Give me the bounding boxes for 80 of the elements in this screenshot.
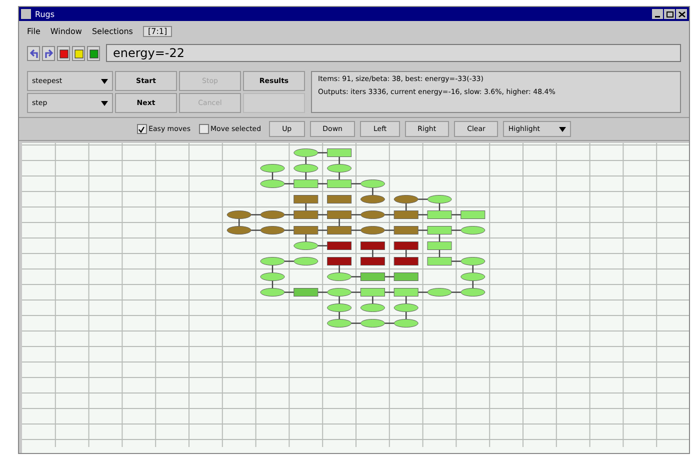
oval-node[interactable] bbox=[260, 288, 285, 296]
oval-node[interactable] bbox=[226, 210, 252, 219]
rectangle-node[interactable] bbox=[360, 242, 385, 250]
close-icon[interactable] bbox=[676, 9, 687, 19]
rectangle-node[interactable] bbox=[360, 288, 385, 296]
rectangle-node[interactable] bbox=[394, 272, 418, 281]
oval-node[interactable] bbox=[360, 319, 385, 328]
rectangle-node[interactable] bbox=[360, 257, 385, 266]
window-title: Rugs bbox=[35, 10, 56, 18]
oval-node[interactable] bbox=[260, 257, 285, 266]
dropdown-arrow-icon bbox=[559, 126, 566, 132]
oval-node[interactable] bbox=[394, 319, 418, 328]
rectangle-node[interactable] bbox=[327, 195, 352, 204]
oval-node[interactable] bbox=[460, 257, 486, 266]
blank-panel bbox=[243, 93, 305, 113]
oval-node[interactable] bbox=[327, 304, 352, 312]
checkbox[interactable] bbox=[198, 124, 209, 134]
oval-node[interactable] bbox=[360, 180, 385, 188]
oval-node[interactable] bbox=[260, 272, 285, 281]
oval-node[interactable] bbox=[294, 148, 318, 157]
rectangle-node[interactable] bbox=[427, 242, 452, 250]
menu-item[interactable]: Window bbox=[50, 26, 82, 36]
oval-node[interactable] bbox=[327, 319, 352, 328]
rectangle-node[interactable] bbox=[394, 226, 418, 234]
energy-field: energy=-22 bbox=[106, 44, 681, 62]
scale-indicator: [7:1] bbox=[142, 26, 172, 36]
maximize-icon[interactable] bbox=[664, 9, 675, 19]
rectangle-node[interactable] bbox=[294, 226, 318, 234]
rectangle-node[interactable] bbox=[294, 195, 318, 204]
oval-node[interactable] bbox=[360, 304, 385, 312]
oval-node[interactable] bbox=[427, 288, 452, 296]
oval-node[interactable] bbox=[327, 272, 352, 281]
square-icon[interactable] bbox=[87, 46, 100, 60]
redo-arrow-icon[interactable] bbox=[42, 46, 55, 60]
rectangle-node[interactable] bbox=[360, 272, 385, 281]
oval-node[interactable] bbox=[360, 226, 385, 234]
square-icon[interactable] bbox=[72, 46, 85, 60]
oval-node[interactable] bbox=[260, 210, 285, 219]
menu-item[interactable]: File bbox=[27, 26, 40, 36]
rectangle-node[interactable] bbox=[394, 288, 418, 296]
checkbox[interactable] bbox=[136, 124, 147, 134]
rectangle-node[interactable] bbox=[427, 210, 452, 219]
oval-node[interactable] bbox=[460, 226, 486, 234]
rectangle-node[interactable] bbox=[394, 210, 418, 219]
rectangle-node[interactable] bbox=[327, 148, 352, 157]
rectangle-node[interactable] bbox=[327, 226, 352, 234]
square-icon[interactable] bbox=[57, 46, 70, 60]
rectangle-node[interactable] bbox=[327, 242, 352, 250]
oval-node[interactable] bbox=[327, 164, 352, 172]
oval-node[interactable] bbox=[294, 164, 318, 172]
oval-node[interactable] bbox=[327, 288, 352, 296]
oval-node[interactable] bbox=[294, 257, 318, 266]
rectangle-node[interactable] bbox=[294, 288, 318, 296]
rectangle-node[interactable] bbox=[427, 226, 452, 234]
rectangle-node[interactable] bbox=[394, 242, 418, 250]
oval-node[interactable] bbox=[460, 272, 486, 281]
oval-node[interactable] bbox=[394, 195, 418, 204]
rectangle-node[interactable] bbox=[327, 210, 352, 219]
dropdown-arrow-icon bbox=[101, 100, 108, 106]
rectangle-node[interactable] bbox=[294, 180, 318, 188]
rectangle-node[interactable] bbox=[327, 180, 352, 188]
rectangle-node[interactable] bbox=[294, 210, 318, 219]
oval-node[interactable] bbox=[260, 164, 285, 172]
rectangle-node[interactable] bbox=[460, 210, 486, 219]
oval-node[interactable] bbox=[360, 195, 385, 204]
oval-node[interactable] bbox=[294, 242, 318, 250]
minimize-icon[interactable] bbox=[652, 9, 663, 19]
rectangle-node[interactable] bbox=[427, 257, 452, 266]
menu-item[interactable]: Selections bbox=[92, 26, 133, 36]
oval-node[interactable] bbox=[226, 226, 252, 234]
oval-node[interactable] bbox=[260, 226, 285, 234]
dropdown-arrow-icon bbox=[101, 78, 108, 84]
oval-node[interactable] bbox=[460, 288, 486, 296]
rectangle-node[interactable] bbox=[394, 257, 418, 266]
undo-arrow-icon[interactable] bbox=[27, 46, 40, 60]
rectangle-node[interactable] bbox=[327, 257, 352, 266]
oval-node[interactable] bbox=[260, 180, 285, 188]
oval-node[interactable] bbox=[427, 195, 452, 204]
oval-node[interactable] bbox=[394, 304, 418, 312]
oval-node[interactable] bbox=[360, 210, 385, 219]
